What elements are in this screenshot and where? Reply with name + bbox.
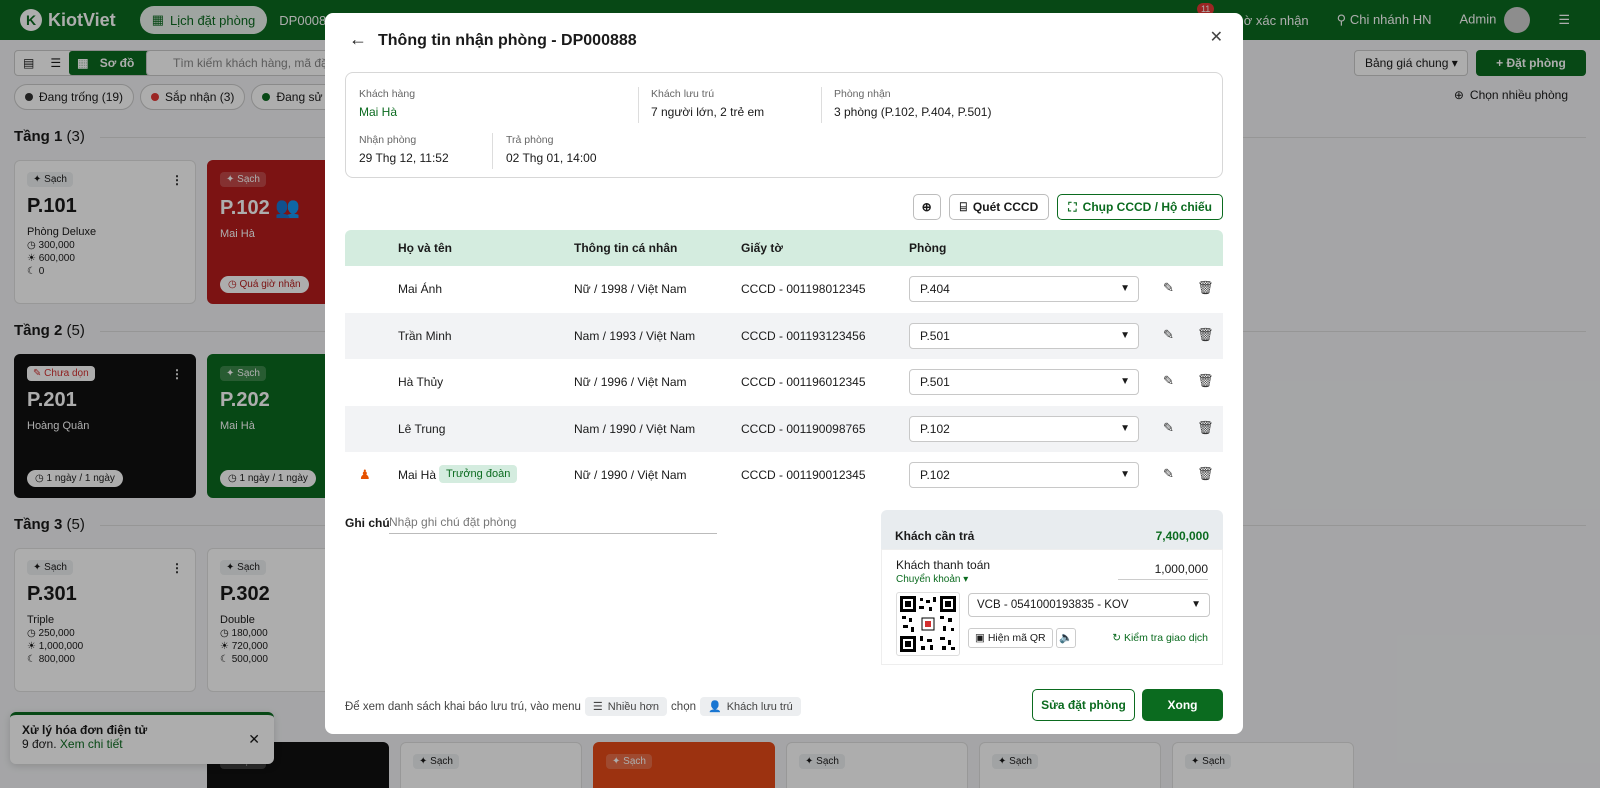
paid-amount-input[interactable]: 1,000,000 [1118, 562, 1208, 580]
trash-icon[interactable]: 🗑 [1197, 280, 1214, 296]
guest-document: CCCD - 001190012345 [741, 468, 866, 482]
more-menu-chip: ☰ Nhiều hơn [584, 697, 668, 716]
chevron-down-icon: ▼ [1120, 422, 1130, 434]
plus-circle-icon: ⊕ [921, 200, 932, 214]
guest-list-chip: 👤 Khách lưu trú [699, 697, 801, 716]
speaker-icon[interactable]: 🔈 [1056, 628, 1076, 648]
guest-name: Mai Hà [398, 468, 437, 482]
guest-actions: ⊕ ⌸ Quét CCCD ⛶ Chụp CCCD / Hộ chiếu [912, 194, 1223, 220]
chevron-down-icon: ▼ [1120, 376, 1130, 387]
edit-icon[interactable]: ✎ [1163, 327, 1174, 343]
scan-icon: ⌸ [959, 199, 967, 214]
modal-title: Thông tin nhận phòng - DP000888 [378, 32, 637, 49]
close-icon[interactable]: ✕ [1210, 27, 1223, 47]
guest-name: Mai Ánh [398, 282, 443, 296]
checkin-field: Nhận phòng 29 Thg 12, 11:52 [359, 134, 449, 165]
guest-document: CCCD - 001193123456 [741, 328, 866, 343]
room-select[interactable]: P.404 ▼ [909, 276, 1139, 302]
chevron-down-icon: ▼ [1120, 329, 1130, 341]
table-header: Họ và tên Thông tin cá nhân Giấy tờ Phòn… [345, 230, 1223, 266]
edit-icon[interactable]: ✎ [1163, 280, 1174, 296]
guest-table: Họ và tên Thông tin cá nhân Giấy tờ Phòn… [345, 230, 1223, 499]
edit-icon[interactable]: ✎ [1163, 373, 1174, 389]
table-row: ♟ Mai Hà Trưởng đoàn Nữ / 1990 / Việt Na… [345, 452, 1223, 499]
group-leader-badge: Trưởng đoàn [439, 465, 518, 483]
bank-account-select[interactable]: VCB - 0541000193835 - KOV ▼ [968, 593, 1210, 617]
chevron-down-icon: ▼ [1120, 283, 1130, 294]
payment-method-dropdown[interactable]: Chuyển khoản ▾ [896, 574, 968, 585]
qr-code-icon [900, 596, 956, 652]
refresh-icon: ↻ [1112, 632, 1122, 644]
qr-code [896, 592, 960, 656]
guest-document: CCCD - 001190098765 [741, 421, 866, 436]
booking-summary: Khách hàng Mai Hà Khách lưu trú 7 người … [345, 72, 1223, 178]
edit-icon[interactable]: ✎ [1163, 420, 1174, 436]
qr-icon: ▣ [975, 632, 985, 644]
edit-booking-button[interactable]: Sửa đặt phòng [1032, 689, 1135, 721]
guest-info: Nữ / 1996 / Việt Nam [574, 375, 687, 389]
capture-id-button[interactable]: ⛶ Chụp CCCD / Hộ chiếu [1057, 194, 1223, 220]
guest-name: Lê Trung [398, 421, 446, 436]
add-guest-button[interactable]: ⊕ [912, 194, 941, 220]
guest-info: Nam / 1990 / Việt Nam [574, 421, 696, 436]
note-label: Ghi chú [345, 516, 390, 530]
trash-icon[interactable]: 🗑 [1197, 466, 1214, 482]
footer-hint: Để xem danh sách khai báo lưu trú, vào m… [345, 697, 801, 716]
done-button[interactable]: Xong [1142, 689, 1223, 721]
note-input[interactable] [389, 510, 717, 534]
guest-name: Trần Minh [398, 328, 452, 343]
guest-document: CCCD - 001198012345 [741, 282, 866, 296]
guests-field: Khách lưu trú 7 người lớn, 2 trẻ em [651, 88, 765, 119]
trash-icon[interactable]: 🗑 [1197, 373, 1214, 389]
guest-document: CCCD - 001196012345 [741, 375, 866, 389]
guest-name: Hà Thủy [398, 375, 444, 389]
guest-info: Nam / 1993 / Việt Nam [574, 328, 696, 343]
show-qr-button[interactable]: ▣ Hiện mã QR [968, 628, 1053, 648]
customer-link[interactable]: Mai Hà [359, 105, 415, 119]
payment-panel: Khách thanh toán Chuyển khoản ▾ 1,000,00… [881, 549, 1223, 665]
divider [492, 133, 493, 169]
scan-id-button[interactable]: ⌸ Quét CCCD [948, 194, 1050, 220]
room-select[interactable]: P.501 ▼ [909, 369, 1139, 395]
customer-field: Khách hàng Mai Hà [359, 88, 416, 119]
chevron-down-icon: ▼ [1120, 469, 1130, 480]
checkin-modal: ← Thông tin nhận phòng - DP000888 ✕ Khác… [325, 13, 1243, 734]
trash-icon[interactable]: 🗑 [1197, 327, 1214, 343]
table-row: Hà Thủy Nữ / 1996 / Việt Nam CCCD - 0011… [345, 359, 1223, 406]
table-row: Lê Trung Nam / 1990 / Việt Nam CCCD - 00… [345, 405, 1223, 452]
menu-icon: ☰ [592, 701, 603, 713]
edit-icon[interactable]: ✎ [1163, 466, 1174, 482]
rooms-field: Phòng nhận 3 phòng (P.102, P.404, P.501) [834, 88, 992, 119]
divider [638, 87, 639, 123]
person-icon: 👤 [707, 701, 722, 713]
amount-due-box: Khách cần trả 7,400,000 [881, 510, 1223, 549]
room-select[interactable]: P.102 ▼ [909, 415, 1139, 442]
guest-info: Nữ / 1998 / Việt Nam [574, 282, 687, 296]
table-row: Trần Minh Nam / 1993 / Việt Nam CCCD - 0… [345, 312, 1223, 359]
check-transaction-link[interactable]: ↻ Kiểm tra giao dịch [1112, 632, 1208, 644]
camera-frame-icon: ⛶ [1068, 199, 1077, 214]
table-row: Mai Ánh Nữ / 1998 / Việt Nam CCCD - 0011… [345, 266, 1223, 313]
chevron-down-icon: ▼ [1191, 599, 1201, 610]
caret-down-icon: ▾ [963, 574, 969, 585]
checkout-field: Trả phòng 02 Thg 01, 14:00 [506, 134, 597, 165]
trash-icon[interactable]: 🗑 [1197, 420, 1214, 436]
guest-info: Nữ / 1990 / Việt Nam [574, 468, 687, 482]
back-arrow-icon[interactable]: ← [349, 29, 367, 50]
room-select[interactable]: P.501 ▼ [909, 322, 1139, 349]
room-select[interactable]: P.102 ▼ [909, 462, 1139, 488]
divider [821, 87, 822, 123]
group-leader-icon: ♟ [359, 467, 371, 482]
amount-due: 7,400,000 [1155, 529, 1209, 543]
